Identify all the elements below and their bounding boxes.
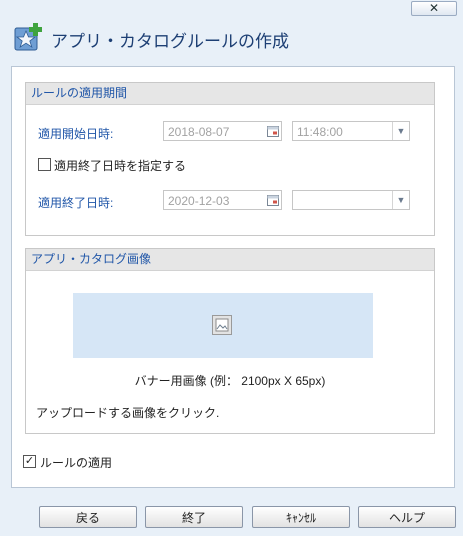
upload-hint: アップロードする画像をクリック. bbox=[36, 406, 220, 420]
specify-end-label: 適用終了日時を指定する bbox=[54, 159, 187, 173]
banner-size-note: バナー用画像 (例： 2100px X 65px) bbox=[134, 374, 326, 388]
back-button[interactable]: 戻る bbox=[39, 506, 137, 528]
title-bar: ✕ アプリ・カタログルールの作成 bbox=[0, 0, 463, 62]
start-time-value: 11:48:00 bbox=[297, 125, 343, 139]
catalog-image-header: アプリ・カタログ画像 bbox=[26, 249, 434, 271]
start-date-field[interactable]: 2018-08-07 bbox=[163, 121, 282, 141]
start-date-value: 2018-08-07 bbox=[168, 125, 230, 139]
catalog-image-section: アプリ・カタログ画像 バナー用画像 (例： 2100px X 65px) アップ… bbox=[25, 248, 435, 434]
rule-period-header: ルールの適用期間 bbox=[26, 83, 434, 105]
dropdown-arrow-icon[interactable]: ▼ bbox=[392, 191, 409, 209]
finish-button[interactable]: 終了 bbox=[145, 506, 243, 528]
main-panel: ルールの適用期間 適用開始日時: 2018-08-07 11:48:00 ▼ 適… bbox=[11, 66, 455, 488]
specify-end-checkbox[interactable] bbox=[38, 158, 51, 171]
calendar-icon[interactable] bbox=[267, 194, 279, 206]
help-button[interactable]: ヘルプ bbox=[358, 506, 456, 528]
end-date-field[interactable]: 2020-12-03 bbox=[163, 190, 282, 210]
end-datetime-label: 適用終了日時: bbox=[38, 196, 114, 210]
image-placeholder-icon bbox=[212, 315, 232, 335]
apply-rule-checkbox[interactable]: ✓ bbox=[23, 455, 36, 468]
banner-upload-area[interactable] bbox=[73, 293, 373, 358]
end-time-select[interactable]: ▼ bbox=[292, 190, 410, 210]
start-time-select[interactable]: 11:48:00 ▼ bbox=[292, 121, 410, 141]
rule-period-section: ルールの適用期間 適用開始日時: 2018-08-07 11:48:00 ▼ 適… bbox=[25, 82, 435, 236]
calendar-icon[interactable] bbox=[267, 125, 279, 137]
app-catalog-star-icon bbox=[14, 23, 42, 51]
end-date-value: 2020-12-03 bbox=[168, 194, 230, 208]
cancel-button[interactable]: ｷｬﾝｾﾙ bbox=[252, 506, 350, 528]
close-icon: ✕ bbox=[428, 1, 440, 15]
dropdown-arrow-icon[interactable]: ▼ bbox=[392, 122, 409, 140]
start-datetime-label: 適用開始日時: bbox=[38, 127, 114, 141]
window-title: アプリ・カタログルールの作成 bbox=[51, 32, 289, 51]
apply-rule-label: ルールの適用 bbox=[40, 456, 113, 470]
close-button[interactable]: ✕ bbox=[411, 1, 457, 16]
